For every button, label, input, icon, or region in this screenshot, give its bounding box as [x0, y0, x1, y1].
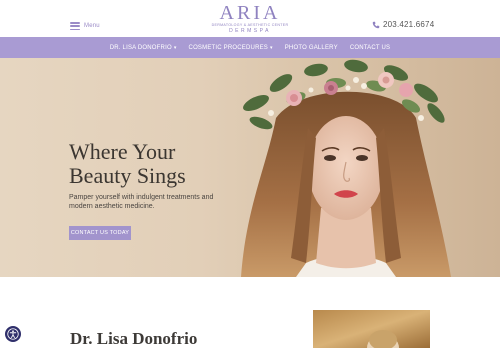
nav-item-label: Contact Us [349, 44, 391, 51]
site-logo[interactable]: ARIA DERMATOLOGY & AESTHETIC CENTER DERM… [205, 3, 295, 35]
chevron-down-icon: ▾ [173, 44, 177, 51]
hero-title: Where Your Beauty Sings [69, 140, 239, 188]
main-nav: Dr. Lisa Donofrio ▾ Cosmetic Procedures … [0, 37, 500, 58]
phone-icon [372, 21, 380, 28]
nav-item-contact-us[interactable]: Contact Us [350, 45, 390, 51]
hero-banner: Where Your Beauty Sings Pamper yourself … [0, 58, 500, 277]
about-section: Dr. Lisa Donofrio [0, 277, 500, 348]
nav-item-photo-gallery[interactable]: Photo Gallery [285, 45, 338, 51]
nav-item-cosmetic-procedures[interactable]: Cosmetic Procedures ▾ [189, 45, 273, 51]
nav-item-dr-lisa-donofrio[interactable]: Dr. Lisa Donofrio ▾ [110, 45, 177, 51]
hero-portrait-image [241, 59, 451, 277]
nav-item-label: Cosmetic Procedures [188, 44, 269, 51]
nav-item-label: Photo Gallery [284, 44, 338, 51]
site-header: Menu ARIA DERMATOLOGY & AESTHETIC CENTER… [0, 0, 500, 37]
hamburger-icon [70, 22, 80, 30]
logo-tagline: DERMSPA [229, 28, 271, 34]
phone-link[interactable]: 203.421.6674 [372, 20, 434, 29]
accessibility-button[interactable] [5, 326, 21, 342]
accessibility-icon [7, 328, 19, 340]
about-heading: Dr. Lisa Donofrio [70, 329, 198, 348]
hero-title-line-2: Beauty Sings [69, 163, 186, 188]
hero-subtitle: Pamper yourself with indulgent treatment… [69, 194, 214, 210]
contact-us-today-button[interactable]: Contact Us Today [69, 226, 131, 240]
menu-button[interactable]: Menu [70, 20, 100, 32]
logo-main-text: ARIA [219, 2, 281, 24]
chevron-down-icon: ▾ [270, 44, 273, 51]
menu-label: Menu [84, 23, 100, 29]
nav-item-label: Dr. Lisa Donofrio [109, 44, 172, 51]
phone-number: 203.421.6674 [383, 20, 435, 29]
doctor-photo [313, 310, 430, 348]
hero-title-line-1: Where Your [69, 139, 176, 164]
